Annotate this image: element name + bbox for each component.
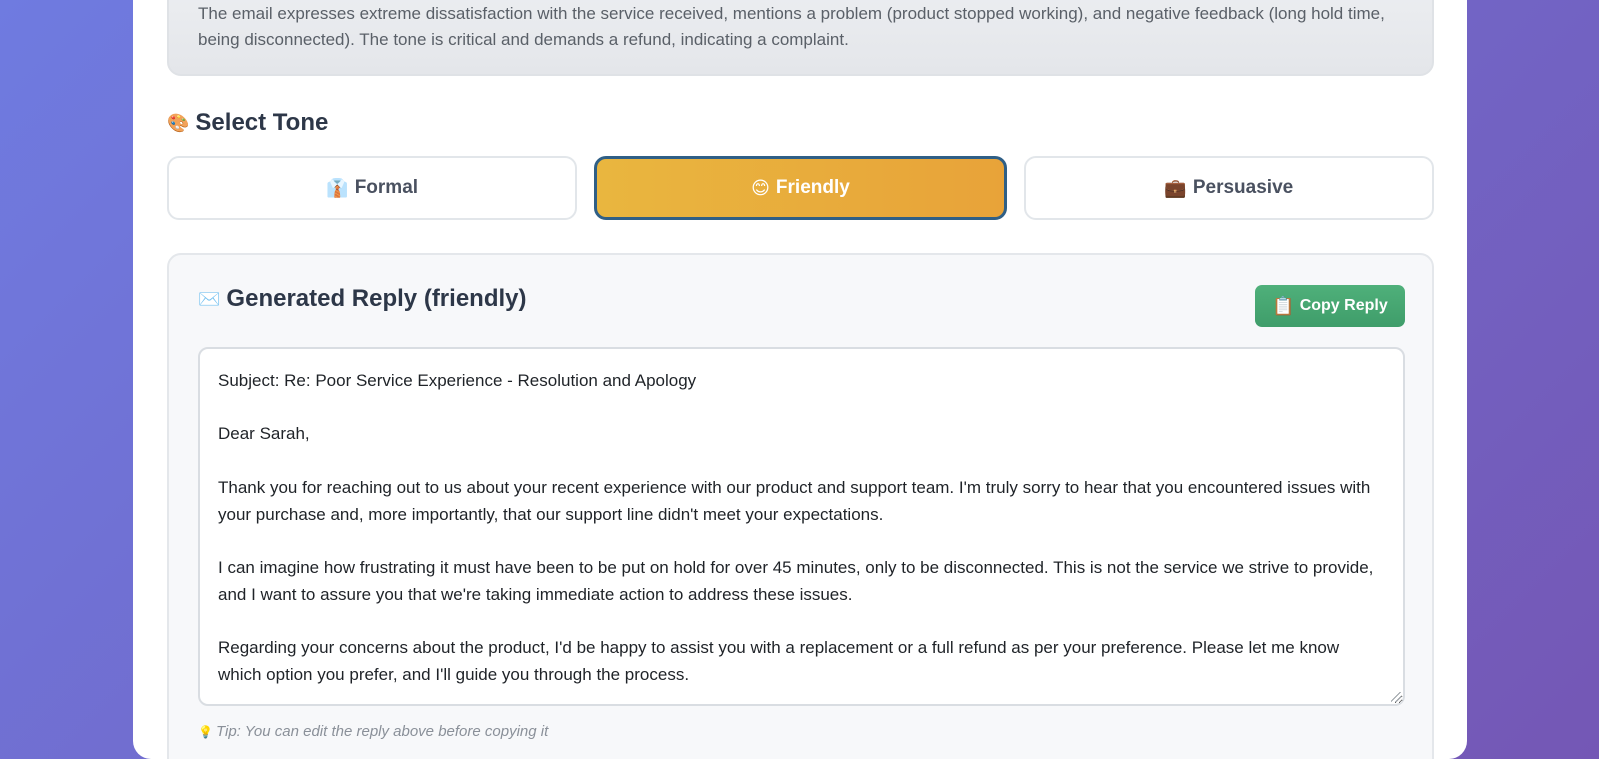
palette-icon: 🎨 — [167, 112, 190, 134]
necktie-icon: 👔 — [326, 177, 349, 199]
generated-reply-card: ✉️ Generated Reply (friendly) 📋 Copy Rep… — [167, 253, 1434, 759]
analysis-text: The email expresses extreme dissatisfact… — [198, 4, 1385, 49]
copy-reply-label: Copy Reply — [1299, 297, 1388, 314]
envelope-icon: ✉️ — [198, 288, 221, 310]
tone-formal-button[interactable]: 👔 Formal — [167, 156, 578, 220]
analysis-box: The email expresses extreme dissatisfact… — [167, 0, 1434, 76]
lightbulb-icon: 💡 — [198, 724, 213, 739]
select-tone-heading: 🎨 Select Tone — [167, 109, 328, 137]
clipboard-icon: 📋 — [1272, 295, 1295, 317]
tone-formal-label: Formal — [354, 177, 419, 198]
tone-friendly-label: Friendly — [775, 177, 850, 198]
tone-selector: 👔 Formal 😊 Friendly 💼 Persuasive — [167, 156, 1434, 220]
generated-reply-title: Generated Reply (friendly) — [226, 285, 527, 312]
resize-handle[interactable] — [1391, 692, 1401, 702]
copy-reply-button[interactable]: 📋 Copy Reply — [1255, 285, 1405, 327]
tone-friendly-button[interactable]: 😊 Friendly — [594, 156, 1007, 220]
main-container: The email expresses extreme dissatisfact… — [133, 0, 1467, 759]
select-tone-label: Select Tone — [195, 109, 329, 136]
reply-textarea[interactable]: Subject: Re: Poor Service Experience - R… — [198, 347, 1405, 706]
smile-icon: 😊 — [751, 177, 770, 199]
tone-persuasive-label: Persuasive — [1192, 177, 1294, 198]
generated-reply-heading: ✉️ Generated Reply (friendly) — [198, 285, 527, 313]
briefcase-icon: 💼 — [1164, 177, 1187, 199]
edit-tip: 💡 Tip: You can edit the reply above befo… — [198, 723, 548, 740]
edit-tip-text: Tip: You can edit the reply above before… — [215, 723, 549, 740]
tone-persuasive-button[interactable]: 💼 Persuasive — [1023, 156, 1434, 220]
